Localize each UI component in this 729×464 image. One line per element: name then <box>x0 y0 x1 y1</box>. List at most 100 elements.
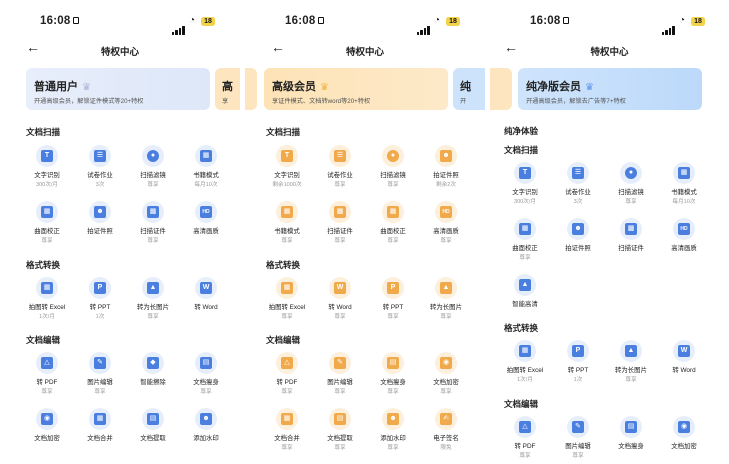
feature-to-pdf[interactable]: △ 转 PDF 尊享 <box>262 352 312 395</box>
feature-to-long-image[interactable]: ▲ 转为长图片 尊享 <box>128 277 178 320</box>
lock-icon <box>563 17 570 24</box>
feature-to-pdf[interactable]: △ 转 PDF 尊享 <box>22 352 72 395</box>
image-edit-icon: ✎ <box>89 352 111 374</box>
feature-scan-filter[interactable]: ● 扫描滤镜 尊享 <box>128 145 178 188</box>
membership-card-premium[interactable]: 高级会员 ♛ 享证件模式、文档转word等20+特权 <box>264 68 448 110</box>
feature-text-recognition[interactable]: T 文字识别 300次/月 <box>22 145 72 188</box>
long-image-icon: ▲ <box>435 277 457 299</box>
feature-exam-paper[interactable]: ☰ 试卷作业 尊享 <box>315 145 365 188</box>
membership-card-pure[interactable]: 纯净版会员 ♛ 开通高级会员，解锁去广告等7+特权 <box>518 68 702 110</box>
feature-id-photo[interactable]: ☻ 拍证件照 <box>553 218 603 253</box>
feature-curve-correction[interactable]: ▦ 曲面校正 尊享 <box>368 201 418 244</box>
curve-correction-icon: ▦ <box>514 218 536 240</box>
section-title-edit: 文档编辑 <box>504 399 539 409</box>
feature-to-long-image[interactable]: ▲ 转为长图片 尊享 <box>421 277 471 320</box>
membership-card-normal[interactable]: 普通用户 ♛ 开通高级会员，解锁证件模式等20+特权 <box>26 68 210 110</box>
feature-doc-encrypt[interactable]: ◉ 文档加密 尊享 <box>421 352 471 395</box>
feature-exam-paper[interactable]: ☰ 试卷作业 3次 <box>553 162 603 205</box>
merge-icon: ▦ <box>276 408 298 430</box>
word-icon: W <box>673 340 695 362</box>
feature-hd-quality[interactable]: HD 高清画质 <box>181 201 231 236</box>
nav-bar: ← 特权中心 <box>0 39 240 60</box>
wifi-icon: ◔ <box>189 15 196 26</box>
feature-id-photo[interactable]: ☻ 拍证件照 剩余2次 <box>421 145 471 188</box>
feature-exam-paper[interactable]: ☰ 试卷作业 3次 <box>75 145 125 188</box>
feature-id-photo[interactable]: ☻ 拍证件照 <box>75 201 125 236</box>
feature-scan-filter[interactable]: ● 扫描滤镜 尊享 <box>368 145 418 188</box>
feature-text-recognition[interactable]: T 文字识别 剩余1000次 <box>262 145 312 188</box>
feature-doc-encrypt[interactable]: ◉ 文档加密 <box>22 408 72 443</box>
crown-icon: ♛ <box>82 82 91 93</box>
lock-icon: ◉ <box>36 408 58 430</box>
card-subtitle: 享 <box>222 98 229 105</box>
feature-scan-id[interactable]: ▩ 扫描证件 <box>606 218 656 253</box>
status-bar: 16:08 ◔ 18 <box>490 14 729 35</box>
card-title: 高 <box>222 81 233 93</box>
scan-id-icon: ▩ <box>620 218 642 240</box>
feature-photo-to-excel[interactable]: ▦ 拍图转 Excel 1次/月 <box>22 277 72 320</box>
excel-icon: ▦ <box>36 277 58 299</box>
scan-id-icon: ▩ <box>329 201 351 223</box>
nav-bar: ← 特权中心 <box>490 39 729 60</box>
lock-icon: ◉ <box>673 416 695 438</box>
feature-hd-quality[interactable]: HD 高清画质 <box>659 218 709 253</box>
feature-smart-erase[interactable]: ◆ 智能擦除 <box>128 352 178 387</box>
feature-scan-filter[interactable]: ● 扫描滤镜 尊享 <box>606 162 656 205</box>
feature-doc-slim[interactable]: ▤ 文档瘦身 尊享 <box>181 352 231 395</box>
feature-curve-correction[interactable]: ▦ 曲面校正 尊享 <box>22 201 72 244</box>
feature-text-recognition[interactable]: T 文字识别 300次/月 <box>500 162 550 205</box>
ppt-icon: P <box>382 277 404 299</box>
feature-to-pdf[interactable]: △ 转 PDF 尊享 <box>500 416 550 459</box>
scan-filter-icon: ● <box>382 145 404 167</box>
feature-photo-to-excel[interactable]: ▦ 拍图转 Excel 尊享 <box>262 277 312 320</box>
crown-icon: ♛ <box>320 82 329 93</box>
feature-doc-slim[interactable]: ▤ 文档瘦身 尊享 <box>368 352 418 395</box>
feature-to-long-image[interactable]: ▲ 转为长图片 尊享 <box>606 340 656 383</box>
feature-book-mode[interactable]: ▦ 书籍模式 尊享 <box>262 201 312 244</box>
feature-e-signature[interactable]: ✍ 电子签名 限免 <box>421 408 471 451</box>
membership-card-next[interactable]: 高 享 <box>215 68 240 110</box>
feature-hd-quality[interactable]: HD 高清画质 尊享 <box>421 201 471 244</box>
feature-photo-to-excel[interactable]: ▦ 拍图转 Excel 1次/月 <box>500 340 550 383</box>
membership-card-next[interactable]: 纯 开 <box>453 68 485 110</box>
feature-to-word[interactable]: W转 Word 尊享 <box>315 277 365 320</box>
feature-doc-merge[interactable]: ▦ 文档合并 <box>75 408 125 443</box>
feature-book-mode[interactable]: ▦ 书籍模式 每月10次 <box>659 162 709 205</box>
feature-curve-correction[interactable]: ▦ 曲面校正 尊享 <box>500 218 550 261</box>
feature-image-edit[interactable]: ✎ 图片编辑 尊享 <box>75 352 125 395</box>
nav-bar: ← 特权中心 <box>245 39 485 60</box>
feature-to-ppt[interactable]: P转 PPT 1次 <box>553 340 603 383</box>
membership-card-prev[interactable] <box>490 68 512 110</box>
feature-to-word[interactable]: W转 Word <box>181 277 231 312</box>
id-photo-icon: ☻ <box>89 201 111 223</box>
feature-image-edit[interactable]: ✎ 图片编辑 尊享 <box>315 352 365 395</box>
feature-watermark[interactable]: ☻ 添加水印 尊享 <box>368 408 418 451</box>
feature-watermark[interactable]: ☻ 添加水印 <box>181 408 231 443</box>
feature-smart-hd[interactable]: ▲ 智能高清 <box>500 274 550 309</box>
wifi-icon: ◔ <box>434 15 441 26</box>
feature-to-ppt[interactable]: P转 PPT 尊享 <box>368 277 418 320</box>
pdf-icon: △ <box>276 352 298 374</box>
battery-icon: 18 <box>201 17 215 26</box>
feature-doc-encrypt[interactable]: ◉ 文档加密 <box>659 416 709 451</box>
feature-scan-id[interactable]: ▩ 扫描证件 尊享 <box>128 201 178 244</box>
image-edit-icon: ✎ <box>567 416 589 438</box>
pdf-icon: △ <box>36 352 58 374</box>
feature-doc-merge[interactable]: ▦ 文档合并 尊享 <box>262 408 312 451</box>
lock-icon: ◉ <box>435 352 457 374</box>
feature-book-mode[interactable]: ▦ 书籍模式 每月10次 <box>181 145 231 188</box>
feature-to-ppt[interactable]: P转 PPT 1次 <box>75 277 125 320</box>
feature-doc-extract[interactable]: ▤ 文档提取 尊享 <box>315 408 365 451</box>
membership-card-prev[interactable] <box>245 68 257 110</box>
extract-icon: ▤ <box>142 408 164 430</box>
section-title-format: 格式转换 <box>26 260 61 270</box>
feature-to-word[interactable]: W转 Word <box>659 340 709 375</box>
feature-doc-slim[interactable]: ▤ 文档瘦身 <box>606 416 656 451</box>
feature-doc-extract[interactable]: ▤ 文档提取 <box>128 408 178 443</box>
feature-scan-id[interactable]: ▩ 扫描证件 尊享 <box>315 201 365 244</box>
curve-correction-icon: ▦ <box>382 201 404 223</box>
exam-paper-icon: ☰ <box>89 145 111 167</box>
feature-image-edit[interactable]: ✎ 图片编辑 尊享 <box>553 416 603 459</box>
battery-icon: 18 <box>691 17 705 26</box>
section-title-scan: 文档扫描 <box>26 127 61 137</box>
